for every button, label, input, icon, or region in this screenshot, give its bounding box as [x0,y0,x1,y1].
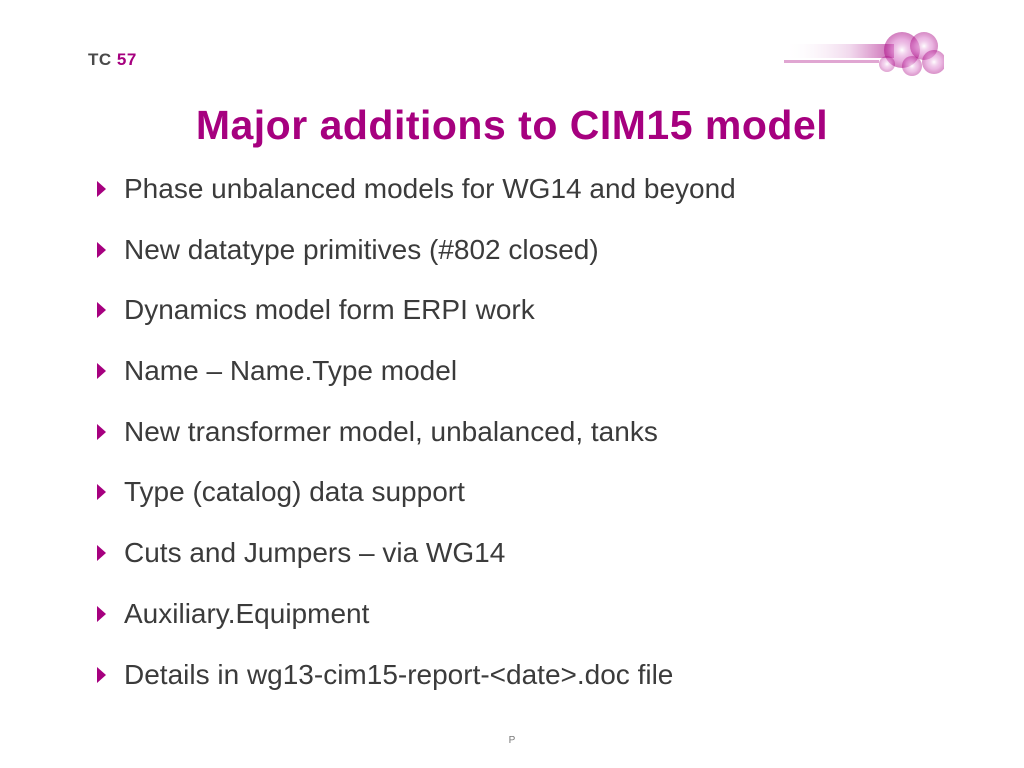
bullet-triangle-icon [97,665,110,689]
list-item: Dynamics model form ERPI work [97,294,934,326]
bullet-triangle-icon [97,240,110,264]
bullet-text: Details in wg13-cim15-report-<date>.doc … [124,659,673,691]
bullet-triangle-icon [97,422,110,446]
bullet-triangle-icon [97,543,110,567]
slide: TC 57 Ma [0,0,1024,768]
bullet-text: Dynamics model form ERPI work [124,294,535,326]
list-item: New transformer model, unbalanced, tanks [97,416,934,448]
list-item: Phase unbalanced models for WG14 and bey… [97,173,934,205]
bullet-triangle-icon [97,179,110,203]
bullet-triangle-icon [97,482,110,506]
bullet-text: Type (catalog) data support [124,476,465,508]
bullet-triangle-icon [97,604,110,628]
slide-title: Major additions to CIM15 model [0,102,1024,149]
bullet-text: Name – Name.Type model [124,355,457,387]
list-item: Type (catalog) data support [97,476,934,508]
list-item: Name – Name.Type model [97,355,934,387]
bullet-list: Phase unbalanced models for WG14 and bey… [97,173,934,719]
bullet-triangle-icon [97,300,110,324]
decorative-graphic [784,32,944,76]
list-item: Auxiliary.Equipment [97,598,934,630]
footer-text: P [0,735,1024,746]
bullet-text: Phase unbalanced models for WG14 and bey… [124,173,736,205]
bullet-triangle-icon [97,361,110,385]
bullet-text: Cuts and Jumpers – via WG14 [124,537,505,569]
header-number: 57 [117,50,137,69]
bullet-text: New transformer model, unbalanced, tanks [124,416,658,448]
list-item: New datatype primitives (#802 closed) [97,234,934,266]
bullet-text: New datatype primitives (#802 closed) [124,234,599,266]
header-prefix: TC [88,50,112,69]
list-item: Cuts and Jumpers – via WG14 [97,537,934,569]
list-item: Details in wg13-cim15-report-<date>.doc … [97,659,934,691]
header-label: TC 57 [88,50,137,70]
bullet-text: Auxiliary.Equipment [124,598,369,630]
